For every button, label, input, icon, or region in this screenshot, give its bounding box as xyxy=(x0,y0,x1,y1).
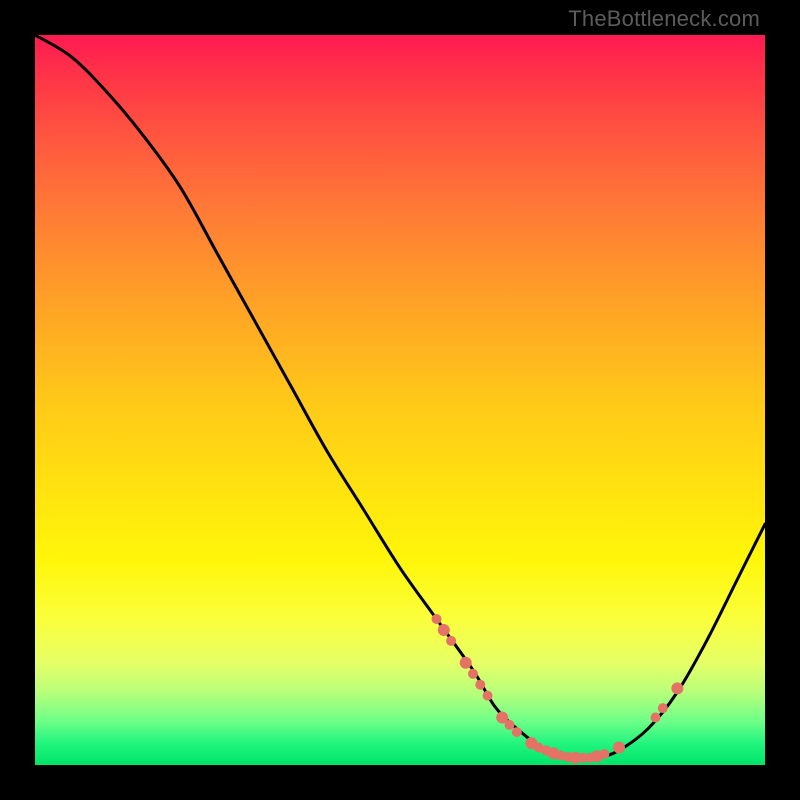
highlight-point xyxy=(651,713,661,723)
chart-svg xyxy=(35,35,765,765)
highlight-point xyxy=(432,614,442,624)
highlight-point xyxy=(613,742,625,754)
bottleneck-curve xyxy=(35,35,765,759)
highlight-point xyxy=(512,727,522,737)
highlight-points-group xyxy=(432,614,684,764)
highlight-point xyxy=(599,749,609,759)
highlight-point xyxy=(658,703,668,713)
highlight-point xyxy=(460,657,472,669)
highlight-point xyxy=(446,636,456,646)
highlight-point xyxy=(505,720,515,730)
chart-frame xyxy=(35,35,765,765)
highlight-point xyxy=(671,682,683,694)
highlight-point xyxy=(475,680,485,690)
watermark-text: TheBottleneck.com xyxy=(568,6,760,32)
highlight-point xyxy=(438,624,450,636)
highlight-point xyxy=(483,691,493,701)
highlight-point xyxy=(468,669,478,679)
